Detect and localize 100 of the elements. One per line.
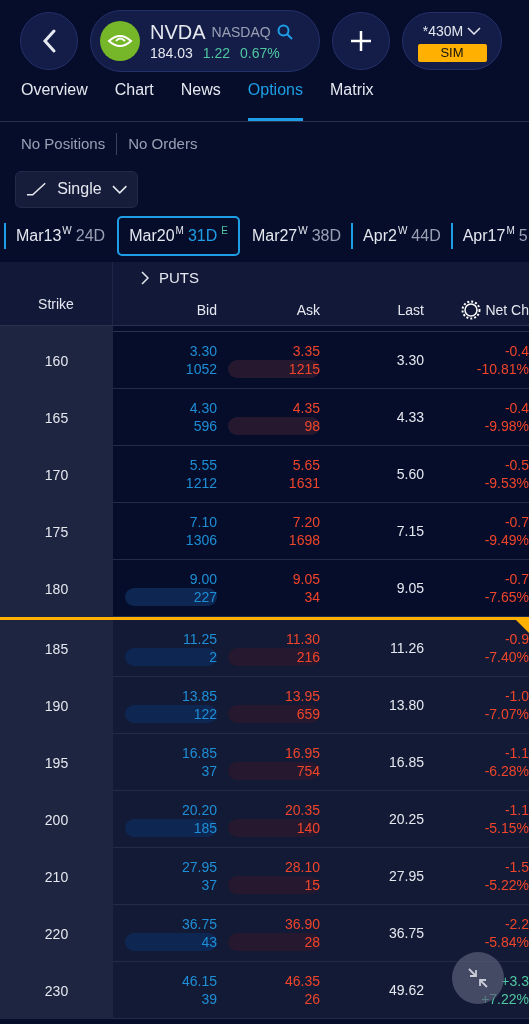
bid-cell: 36.75: [181, 915, 217, 933]
column-header: Net Ch: [485, 300, 529, 320]
net-percent-cell: -9.53%: [484, 474, 529, 492]
price: 184.03: [150, 44, 193, 62]
option-row[interactable]: 175 7.10 1306 7.20 1698 7.15 -0.7 -9.49%: [0, 503, 529, 560]
chevron-down-icon: [111, 184, 127, 194]
ask-cell: 7.20: [292, 513, 320, 531]
bid-cell: 16.85: [181, 744, 217, 762]
option-row[interactable]: 230 46.15 39 46.35 26 49.62 +3.3 +7.22%: [0, 962, 529, 1019]
net-change-cell: -0.7: [504, 513, 529, 531]
bid-cell: 20.20: [181, 801, 217, 819]
symbol-pill[interactable]: NVDA NASDAQ 184.03 1.22 0.67%: [90, 10, 320, 72]
strike-cell: 200: [44, 810, 69, 829]
last-cell: 27.95: [388, 867, 424, 885]
bid-cell: 46.15: [181, 972, 217, 990]
last-cell: 4.33: [396, 408, 424, 426]
account-selector[interactable]: *430M SIM: [402, 12, 502, 70]
tab[interactable]: Matrix: [329, 78, 374, 121]
bid-size-cell: 1052: [185, 360, 217, 378]
tab[interactable]: Chart: [114, 78, 154, 121]
net-percent-cell: -7.65%: [484, 588, 529, 606]
bid-cell: 11.25: [183, 630, 217, 648]
ask-cell: 9.05: [292, 570, 320, 588]
back-icon: [42, 29, 56, 53]
strike-cell: 165: [44, 408, 69, 427]
tab[interactable]: Options: [247, 78, 303, 121]
strike-cell: 195: [44, 753, 69, 772]
option-row[interactable]: 160 3.30 1052 3.35 1215 3.30 -0.4 -10.81%: [0, 332, 529, 389]
last-cell: 3.30: [396, 351, 424, 369]
net-change-cell: -0.7: [504, 570, 529, 588]
option-row[interactable]: 170 5.55 1212 5.65 1631 5.60 -0.5 -9.53%: [0, 446, 529, 503]
ask-cell: 4.35: [292, 399, 320, 417]
bid-cell: 3.30: [189, 342, 217, 360]
ask-size-cell: 15: [304, 876, 320, 894]
expiration-tab[interactable]: Mar13$^{W}$ 24D: [6, 216, 116, 256]
tab[interactable]: News: [180, 78, 221, 121]
ask-cell: 36.90: [284, 915, 320, 933]
percent-change: 0.67%: [240, 44, 280, 62]
settings-icon[interactable]: [461, 300, 482, 320]
last-cell: 36.75: [388, 924, 424, 942]
option-row[interactable]: 200 20.20 185 20.35 140 20.25 -1.1 -5.15%: [0, 791, 529, 848]
option-row[interactable]: 210 27.95 37 28.10 15 27.95 -1.5 -5.22%: [0, 848, 529, 905]
net-change-cell: -1.5: [504, 858, 529, 876]
last-cell: 20.25: [388, 810, 424, 828]
ask-size-cell: 140: [296, 819, 320, 837]
option-row[interactable]: 165 4.30 596 4.35 98 4.33 -0.4 -9.98%: [0, 389, 529, 446]
ask-size-cell: 28: [304, 933, 320, 951]
bid-size-cell: 37: [201, 762, 217, 780]
bid-cell: 7.10: [189, 513, 217, 531]
option-row[interactable]: 180 9.00 227 9.05 34 9.05 -0.7 -7.65%: [0, 560, 529, 617]
bid-size-cell: 39: [201, 990, 217, 1008]
expiration-tab[interactable]: Mar20$^{M}$ 31D $^{E}$: [117, 216, 240, 256]
status-text: No Orders: [128, 133, 198, 154]
account-number: *430M: [422, 21, 464, 41]
ask-size-cell: 34: [304, 588, 320, 606]
bid-cell: 4.30: [189, 399, 217, 417]
expiration-tab[interactable]: Apr17$^{M}$ 5: [452, 216, 529, 256]
ask-cell: 20.35: [284, 801, 320, 819]
strategy-dropdown[interactable]: Single: [15, 170, 138, 208]
bid-size-cell: 185: [193, 819, 217, 837]
net-change-cell: -1.1: [504, 744, 529, 762]
price-change: 1.22: [202, 44, 231, 62]
logo-icon: [100, 21, 140, 61]
ask-cell: 11.30: [286, 630, 320, 648]
ask-size-cell: 1215: [288, 360, 320, 378]
option-row[interactable]: 185 11.25 2 11.30 216 11.26 -0.9 -7.40%: [0, 620, 529, 677]
expiration-tab[interactable]: Mar27$^{W}$ 38D: [241, 216, 352, 256]
status-text: No Positions: [21, 133, 106, 154]
last-cell: 7.15: [396, 522, 424, 540]
chevron-right-icon[interactable]: [141, 271, 149, 285]
ask-cell: 28.10: [284, 858, 320, 876]
net-percent-cell: -7.07%: [484, 705, 529, 723]
plus-icon: [350, 30, 372, 52]
net-change-cell: -0.4: [504, 342, 529, 360]
column-header: Last: [396, 300, 424, 320]
search-icon[interactable]: [276, 24, 293, 40]
ask-cell: 16.95: [284, 744, 320, 762]
net-percent-cell: -7.40%: [484, 648, 529, 666]
column-header: Bid: [195, 300, 217, 320]
expiration-tab[interactable]: Apr2$^{W}$ 44D: [353, 216, 451, 256]
line-icon: [26, 182, 48, 196]
net-percent-cell: -6.28%: [484, 762, 529, 780]
bid-size-cell: 37: [201, 876, 217, 894]
ask-size-cell: 216: [296, 648, 320, 666]
option-row[interactable]: 195 16.85 37 16.95 754 16.85 -1.1 -6.28%: [0, 734, 529, 791]
bid-size-cell: 43: [201, 933, 217, 951]
strike-cell: 185: [44, 639, 69, 658]
option-row[interactable]: 220 36.75 43 36.90 28 36.75 -2.2 -5.84%: [0, 905, 529, 962]
strike-cell: 220: [44, 924, 69, 943]
column-header: Strike: [38, 295, 74, 314]
section-label[interactable]: PUTS: [159, 266, 199, 290]
net-percent-cell: -9.98%: [484, 417, 529, 435]
bid-size-cell: 596: [193, 417, 217, 435]
option-row[interactable]: 190 13.85 122 13.95 659 13.80 -1.0 -7.07%: [0, 677, 529, 734]
last-cell: 16.85: [388, 753, 424, 771]
ask-cell: 13.95: [284, 687, 320, 705]
chevron-down-icon: [467, 27, 482, 35]
tab[interactable]: Overview: [21, 78, 88, 121]
net-change-cell: +3.3: [501, 972, 529, 990]
collapse-icon: [467, 967, 489, 989]
